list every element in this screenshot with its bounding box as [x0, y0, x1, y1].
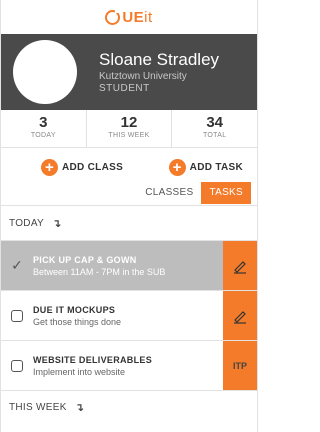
- edit-task-button[interactable]: [223, 241, 257, 290]
- tab-classes[interactable]: CLASSES: [137, 182, 201, 204]
- plus-icon: +: [168, 158, 186, 176]
- task-item[interactable]: ✓ PICK UP CAP & GOWN Between 11AM - 7PM …: [1, 240, 257, 290]
- task-checkbox[interactable]: [1, 359, 33, 372]
- task-subtitle: Between 11AM - 7PM in the SUB: [33, 266, 166, 277]
- stat-value: 3: [39, 114, 48, 131]
- task-subtitle: Get those things done: [33, 316, 122, 327]
- task-checkbox[interactable]: ✓: [1, 257, 33, 274]
- checkmark-icon: ✓: [11, 257, 23, 273]
- stat-total[interactable]: 34 TOTAL: [172, 110, 257, 147]
- section-this-week-header[interactable]: THIS WEEK ↴: [1, 390, 257, 424]
- section-title: THIS WEEK: [9, 402, 67, 413]
- task-tag-button[interactable]: ITP: [223, 341, 257, 390]
- stat-value: 12: [120, 114, 138, 131]
- app-window: UE it Sloane Stradley Kutztown Universit…: [0, 0, 258, 432]
- stat-today[interactable]: 3 TODAY: [1, 110, 87, 147]
- add-task-button[interactable]: + ADD TASK: [168, 158, 243, 176]
- pencil-icon: [234, 310, 246, 324]
- task-item[interactable]: WEBSITE DELIVERABLES Implement into webs…: [1, 340, 257, 390]
- plus-icon: +: [41, 158, 58, 176]
- add-class-label: ADD CLASS: [62, 161, 124, 173]
- turn-down-arrow-icon: ↴: [52, 217, 62, 230]
- pencil-icon: [234, 260, 246, 274]
- task-item[interactable]: DUE IT MOCKUPS Get those things done: [1, 290, 257, 340]
- task-title: PICK UP CAP & GOWN: [33, 254, 137, 265]
- section-today-header[interactable]: TODAY ↴: [1, 206, 257, 240]
- section-title: TODAY: [9, 217, 45, 229]
- task-content: PICK UP CAP & GOWN Between 11AM - 7PM in…: [33, 254, 223, 278]
- app-logo[interactable]: UE it: [105, 8, 153, 26]
- stats-bar: 3 TODAY 12 THIS WEEK 34 TOTAL: [1, 110, 257, 148]
- task-title: DUE IT MOCKUPS: [33, 304, 116, 315]
- task-subtitle: Implement into website: [33, 366, 126, 377]
- task-checkbox[interactable]: [1, 309, 33, 322]
- stat-label: TOTAL: [202, 132, 227, 139]
- logo-ring-icon: [105, 8, 121, 25]
- profile-role: STUDENT: [99, 82, 150, 94]
- avatar[interactable]: [13, 40, 77, 104]
- stat-label: THIS WEEK: [108, 132, 150, 139]
- stat-this-week[interactable]: 12 THIS WEEK: [87, 110, 173, 147]
- task-title: WEBSITE DELIVERABLES: [33, 354, 153, 365]
- logo-text-tail: it: [144, 8, 153, 26]
- stat-label: TODAY: [30, 132, 56, 139]
- action-row: + ADD CLASS + ADD TASK: [1, 152, 257, 182]
- task-content: DUE IT MOCKUPS Get those things done: [33, 304, 223, 328]
- checkbox-icon: [11, 359, 23, 372]
- edit-task-button[interactable]: [223, 291, 257, 340]
- profile-name: Sloane Stradley: [99, 49, 220, 69]
- profile-school: Kutztown University: [99, 70, 187, 82]
- add-class-button[interactable]: + ADD CLASS: [41, 158, 124, 176]
- header: UE it: [1, 0, 257, 34]
- profile-banner: Sloane Stradley Kutztown University STUD…: [1, 34, 257, 110]
- task-content: WEBSITE DELIVERABLES Implement into webs…: [33, 354, 223, 378]
- turn-down-arrow-icon: ↴: [74, 402, 85, 414]
- profile-info: Sloane Stradley Kutztown University STUD…: [99, 50, 219, 95]
- task-tag-label: ITP: [232, 360, 247, 371]
- checkbox-icon: [11, 309, 23, 322]
- stat-value: 34: [206, 114, 224, 131]
- tab-tasks[interactable]: TASKS: [201, 182, 251, 204]
- add-task-label: ADD TASK: [189, 161, 243, 173]
- logo-text: UE: [122, 8, 145, 26]
- view-tabs: CLASSES TASKS: [1, 182, 257, 204]
